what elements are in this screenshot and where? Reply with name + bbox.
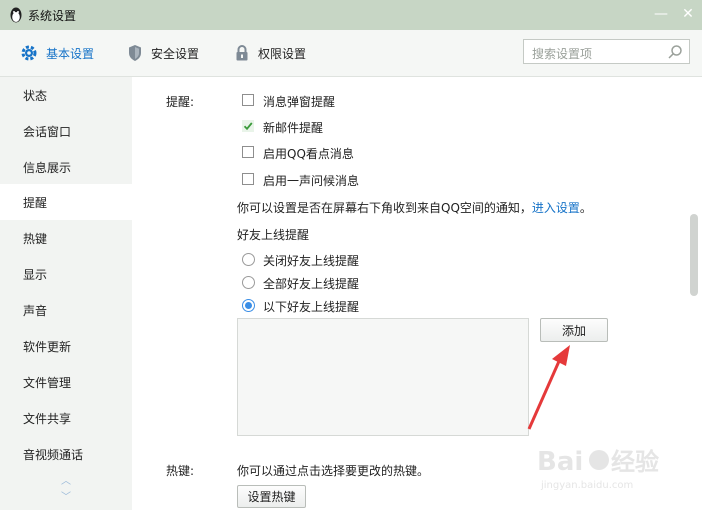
search-input[interactable]: 搜索设置项 xyxy=(523,39,690,64)
sidebar-item-reminder[interactable]: 提醒 xyxy=(0,184,132,220)
content-scrollbar[interactable] xyxy=(690,214,698,296)
sidebar-item-display[interactable]: 显示 xyxy=(0,256,132,292)
svg-text:Bai: Bai xyxy=(537,447,583,477)
greeting-message-checkbox[interactable] xyxy=(242,173,254,185)
window-title: 系统设置 xyxy=(28,9,77,23)
tab-label: 安全设置 xyxy=(151,46,200,61)
sidebar-item-file-sharing[interactable]: 文件共享 xyxy=(0,400,132,436)
reminder-section-label: 提醒: xyxy=(166,95,195,109)
sidebar-item-status[interactable]: 状态 xyxy=(0,77,132,113)
minimize-button[interactable]: — xyxy=(650,4,672,24)
sidebar-item-file-management[interactable]: 文件管理 xyxy=(0,364,132,400)
popup-reminder-label: 消息弹窗提醒 xyxy=(263,95,336,109)
qzone-note-end: 。 xyxy=(579,201,592,215)
sidebar-item-sound[interactable]: 声音 xyxy=(0,292,132,328)
tab-permission-settings[interactable]: 权限设置 xyxy=(234,30,306,76)
selected-friend-online-radio[interactable] xyxy=(242,299,255,312)
qzone-note-text: 你可以设置是否在屏幕右下角收到来自QQ空间的通知， xyxy=(237,201,532,215)
qq-kandian-checkbox[interactable] xyxy=(242,146,254,158)
sidebar-item-chat-window[interactable]: 会话窗口 xyxy=(0,113,132,149)
svg-text:经验: 经验 xyxy=(611,448,659,476)
qzone-notify-note: 你可以设置是否在屏幕右下角收到来自QQ空间的通知，进入设置。 xyxy=(237,199,592,216)
baidu-jingyan-watermark: Bai 经验 jingyan.baidu.com xyxy=(537,447,659,491)
greeting-message-label: 启用一声问候消息 xyxy=(263,174,360,188)
tab-security-settings[interactable]: 安全设置 xyxy=(127,30,199,76)
friend-list-box[interactable] xyxy=(237,318,529,436)
all-friend-online-label: 全部好友上线提醒 xyxy=(263,277,360,291)
gear-icon xyxy=(21,45,37,61)
sidebar: 状态 会话窗口 信息展示 提醒 热键 显示 声音 软件更新 文件管理 文件共享 … xyxy=(0,77,132,510)
sidebar-item-av-call[interactable]: 音视频通话 xyxy=(0,436,132,472)
close-friend-online-label: 关闭好友上线提醒 xyxy=(263,254,360,268)
hotkey-note: 你可以通过点击选择要更改的热键。 xyxy=(237,464,430,478)
new-mail-checkbox[interactable] xyxy=(242,120,254,132)
friend-online-title: 好友上线提醒 xyxy=(237,228,310,242)
enter-settings-link[interactable]: 进入设置 xyxy=(532,201,580,215)
all-friend-online-radio[interactable] xyxy=(242,276,255,289)
tab-label: 权限设置 xyxy=(258,46,307,61)
sidebar-item-software-update[interactable]: 软件更新 xyxy=(0,328,132,364)
shield-icon xyxy=(129,45,141,61)
lock-icon xyxy=(236,45,248,61)
tab-basic-settings[interactable]: 基本设置 xyxy=(20,30,94,76)
qq-kandian-label: 启用QQ看点消息 xyxy=(263,147,354,161)
selected-friend-online-label: 以下好友上线提醒 xyxy=(263,300,360,314)
search-placeholder: 搜索设置项 xyxy=(532,47,593,61)
close-friend-online-radio[interactable] xyxy=(242,253,255,266)
new-mail-label: 新邮件提醒 xyxy=(263,121,324,135)
hotkey-section-label: 热键: xyxy=(166,464,195,478)
svg-text:jingyan.baidu.com: jingyan.baidu.com xyxy=(540,480,633,491)
top-nav: 基本设置 安全设置 权限设置 搜索设置项 xyxy=(0,30,702,77)
popup-reminder-checkbox[interactable] xyxy=(242,94,254,106)
qq-penguin-icon xyxy=(10,7,22,23)
title-bar: 系统设置 — ✕ xyxy=(0,0,702,30)
scroll-up-icon[interactable]: ︿ xyxy=(58,477,74,487)
set-hotkey-button[interactable]: 设置热键 xyxy=(237,485,306,508)
tab-label: 基本设置 xyxy=(46,46,95,61)
check-icon xyxy=(242,120,254,132)
scroll-down-icon[interactable]: ﹀ xyxy=(58,493,74,503)
red-arrow-annotation xyxy=(527,345,570,430)
sidebar-item-hotkey[interactable]: 热键 xyxy=(0,220,132,256)
close-button[interactable]: ✕ xyxy=(677,4,699,24)
search-icon[interactable] xyxy=(667,44,683,60)
sidebar-item-info-display[interactable]: 信息展示 xyxy=(0,149,132,185)
